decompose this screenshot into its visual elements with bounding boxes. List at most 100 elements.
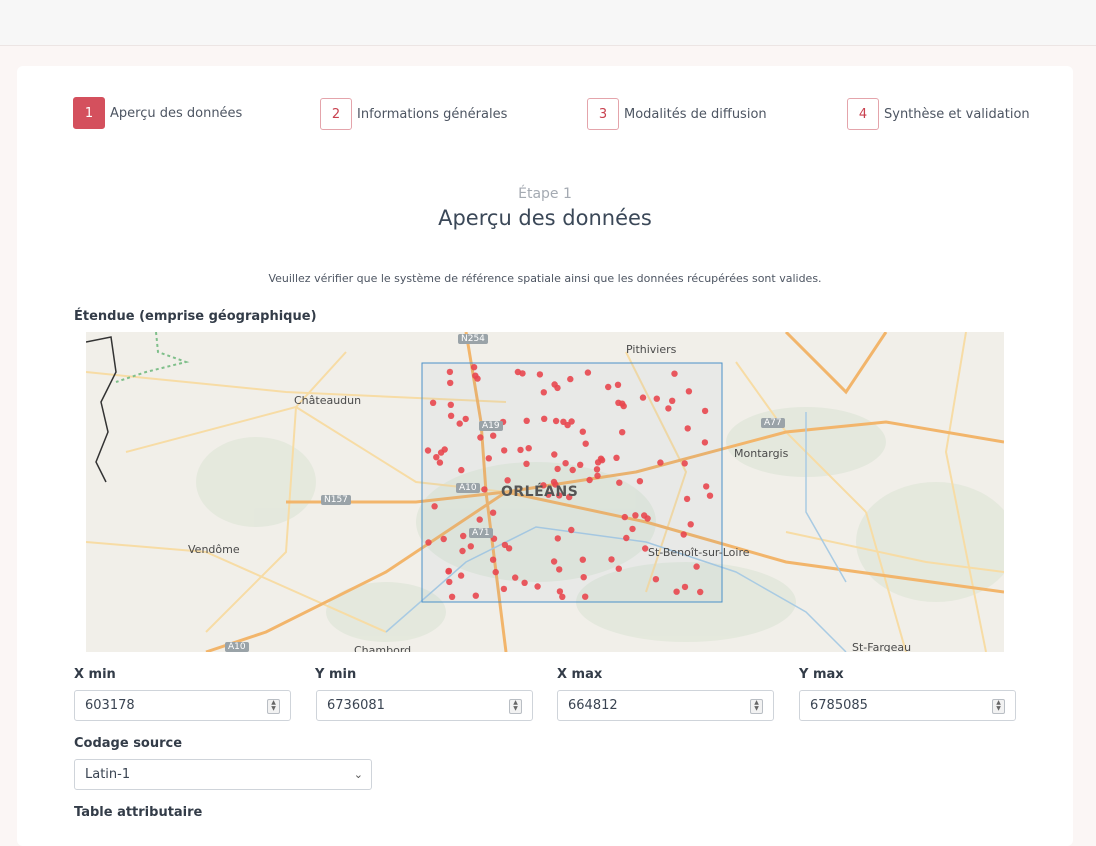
- data-point: [615, 399, 622, 406]
- map-label-vendome: Vendôme: [188, 543, 240, 556]
- data-point: [523, 460, 530, 467]
- data-point: [681, 460, 688, 467]
- data-point: [462, 415, 469, 423]
- ymax-input[interactable]: 6785085 ▲ ▼: [799, 690, 1016, 721]
- road-shield-a19: A19: [479, 421, 503, 431]
- data-point: [593, 466, 601, 473]
- extent-label: Étendue (emprise géographique): [74, 309, 317, 324]
- data-point: [680, 531, 687, 538]
- data-point: [472, 592, 479, 599]
- data-point: [446, 368, 454, 376]
- step-2-label: Informations générales: [357, 106, 508, 122]
- stepper-arrows-icon[interactable]: ▲ ▼: [267, 699, 280, 714]
- xmax-input[interactable]: 664812 ▲ ▼: [557, 690, 774, 721]
- stepper-arrows-icon[interactable]: ▲ ▼: [992, 699, 1005, 714]
- map-label-chateaudun: Châteaudun: [294, 394, 362, 407]
- data-point: [687, 521, 694, 528]
- data-point: [519, 370, 526, 377]
- data-point: [636, 478, 644, 485]
- data-point: [685, 388, 693, 395]
- data-point: [641, 512, 648, 519]
- data-point: [472, 372, 479, 379]
- data-point: [447, 379, 454, 387]
- data-point: [448, 593, 456, 600]
- data-point: [521, 579, 528, 586]
- data-point: [500, 585, 508, 593]
- data-point: [584, 369, 592, 376]
- step-4[interactable]: 4 Synthèse et validation: [847, 98, 1030, 130]
- stepper-arrows-icon[interactable]: ▲ ▼: [750, 699, 763, 714]
- step-2-number: 2: [320, 98, 352, 130]
- step-3-label: Modalités de diffusion: [624, 106, 767, 122]
- road-shield-a77: A77: [761, 418, 785, 428]
- map-label-st-fargeau: St-Fargeau: [852, 641, 912, 652]
- ymin-input[interactable]: 6736081 ▲ ▼: [316, 690, 533, 721]
- data-point: [614, 381, 622, 388]
- instructions-text: Veuillez vérifier que le système de réfé…: [268, 272, 822, 285]
- data-point: [697, 588, 704, 596]
- data-point: [706, 492, 714, 499]
- data-point: [433, 454, 440, 461]
- data-point: [501, 447, 508, 454]
- data-point: [586, 476, 593, 484]
- step-3[interactable]: 3 Modalités de diffusion: [587, 98, 767, 130]
- stepper-arrows-icon[interactable]: ▲ ▼: [509, 699, 522, 714]
- data-point: [456, 420, 463, 427]
- data-point: [525, 445, 532, 452]
- data-point: [657, 459, 664, 466]
- data-point: [562, 460, 569, 467]
- main-card: 1 Aperçu des données 2 Informations géné…: [17, 66, 1073, 846]
- ymax-label: Y max: [799, 667, 844, 682]
- data-point: [512, 574, 519, 581]
- step-4-label: Synthèse et validation: [884, 106, 1030, 122]
- data-point: [429, 399, 437, 406]
- encoding-select[interactable]: Latin-1 ⌄: [74, 759, 372, 790]
- xmin-label: X min: [74, 667, 116, 682]
- data-point: [671, 370, 678, 377]
- xmin-value: 603178: [85, 698, 135, 713]
- data-point: [485, 455, 492, 462]
- data-point: [665, 405, 672, 412]
- data-point: [481, 486, 488, 493]
- step-4-number: 4: [847, 98, 879, 130]
- data-point: [551, 451, 558, 458]
- data-point: [653, 395, 660, 402]
- map-label-orleans: ORLÉANS: [501, 484, 579, 500]
- data-point: [457, 572, 465, 579]
- data-point: [551, 381, 558, 388]
- data-point: [605, 383, 612, 391]
- data-point: [632, 512, 639, 519]
- step-2[interactable]: 2 Informations générales: [320, 98, 507, 130]
- data-point: [492, 568, 499, 576]
- data-point: [620, 402, 627, 410]
- page-title: Aperçu des données: [438, 206, 652, 230]
- extent-map[interactable]: Pithiviers Châteaudun Montargis ORLÉANS …: [86, 332, 1004, 652]
- encoding-selected: Latin-1: [85, 767, 131, 782]
- data-point: [424, 447, 432, 454]
- data-point: [467, 543, 474, 550]
- data-point: [556, 566, 563, 573]
- data-point: [459, 547, 466, 555]
- data-point: [564, 421, 571, 429]
- data-point: [639, 394, 647, 401]
- data-point: [619, 429, 626, 436]
- data-point: [615, 565, 622, 572]
- data-point: [597, 455, 605, 462]
- map-label-chambord: Chambord: [354, 644, 412, 652]
- data-point: [458, 466, 465, 474]
- ymin-value: 6736081: [327, 698, 385, 713]
- data-point: [552, 417, 560, 425]
- attribute-table-label: Table attributaire: [74, 805, 203, 820]
- data-point: [703, 483, 710, 490]
- xmax-label: X max: [557, 667, 603, 682]
- ymin-label: Y min: [315, 667, 357, 682]
- data-point: [489, 509, 497, 516]
- data-point: [523, 417, 530, 424]
- data-point: [594, 472, 601, 479]
- encoding-label: Codage source: [74, 736, 183, 751]
- xmin-input[interactable]: 603178 ▲ ▼: [74, 690, 291, 721]
- data-point: [436, 459, 444, 466]
- data-point: [534, 583, 541, 590]
- step-1[interactable]: 1 Aperçu des données: [73, 97, 242, 129]
- data-point: [582, 593, 589, 600]
